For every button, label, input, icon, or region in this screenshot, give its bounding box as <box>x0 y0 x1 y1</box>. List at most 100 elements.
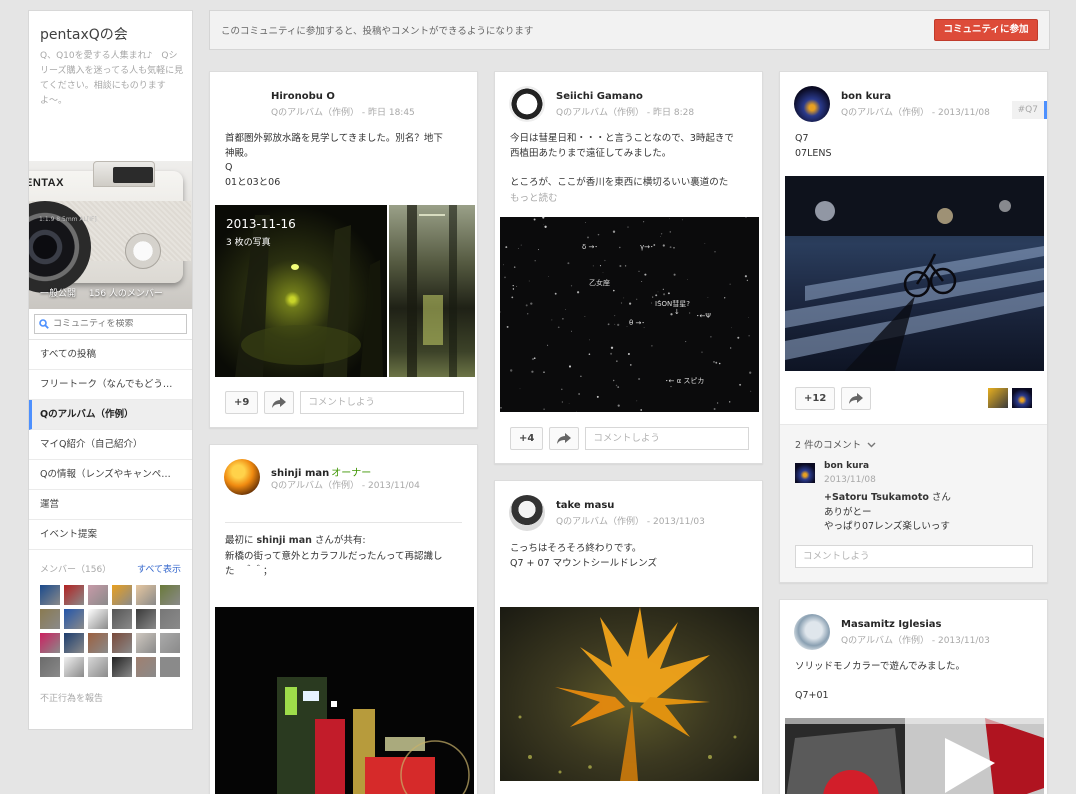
report-abuse-link[interactable]: 不正行為を報告 <box>29 677 192 718</box>
share-button[interactable] <box>264 391 295 414</box>
author-avatar[interactable] <box>509 86 545 122</box>
member-avatar[interactable] <box>64 633 84 653</box>
nav-item-event-proposal[interactable]: イベント提案 <box>29 520 192 550</box>
post-category[interactable]: Qのアルバム（作例） <box>271 481 359 491</box>
post-author[interactable]: Masamitz Iglesias <box>841 619 942 630</box>
nav-item-my-q[interactable]: マイQ紹介（自己紹介） <box>29 430 192 460</box>
member-avatar[interactable] <box>112 657 132 677</box>
show-all-members-link[interactable]: すべて表示 <box>137 562 181 575</box>
member-avatar[interactable] <box>40 633 60 653</box>
plusser-avatar[interactable] <box>988 388 1008 408</box>
post-author[interactable]: Hironobu O <box>271 91 335 102</box>
star-dot <box>500 406 502 409</box>
member-avatar[interactable] <box>160 609 180 629</box>
nav-item-free-talk[interactable]: フリートーク（なんでもどう… <box>29 370 192 400</box>
post-category[interactable]: Qのアルバム（作例） <box>841 108 929 118</box>
author-avatar[interactable] <box>224 86 260 122</box>
post-author[interactable]: Seiichi Gamano <box>556 91 643 102</box>
post-text: こっちはそろそろ終わりです。 Q7 + 07 マウントシールドレンズ <box>510 543 657 569</box>
star-dot <box>568 403 570 404</box>
nav-item-q-album[interactable]: Qのアルバム（作例） <box>29 400 192 430</box>
star-dot <box>617 323 620 327</box>
hashtag-badge[interactable]: #Q7 <box>1011 101 1047 119</box>
comment-input[interactable]: コメントしよう <box>795 545 1033 568</box>
comment-author[interactable]: bon kura <box>824 461 869 471</box>
post-time[interactable]: 2013/11/08 <box>938 108 990 118</box>
member-avatar[interactable] <box>160 633 180 653</box>
post-author[interactable]: bon kura <box>841 91 891 102</box>
join-community-button[interactable]: コミュニティに参加 <box>934 19 1038 41</box>
post-author[interactable]: take masu <box>556 500 614 511</box>
member-avatar[interactable] <box>160 585 180 605</box>
comment-input[interactable]: コメントしよう <box>300 391 465 414</box>
member-avatar[interactable] <box>88 657 108 677</box>
member-avatar[interactable] <box>160 657 180 677</box>
post-photo[interactable] <box>785 176 1044 371</box>
author-avatar[interactable] <box>794 86 830 122</box>
community-title[interactable]: pentaxQの会 <box>29 11 192 49</box>
member-avatar[interactable] <box>88 585 108 605</box>
star-dot <box>714 251 716 253</box>
community-search[interactable] <box>34 314 187 334</box>
post-author[interactable]: shinji man オーナー <box>271 464 371 479</box>
maple-leaf-image <box>518 607 737 781</box>
post-photo[interactable] <box>215 607 474 794</box>
star-dot <box>584 316 586 317</box>
plusser-avatar[interactable] <box>1012 388 1032 408</box>
star-dot <box>643 221 645 223</box>
post-photo[interactable] <box>500 607 759 781</box>
plus-one-button[interactable]: +4 <box>510 427 544 450</box>
post-time[interactable]: 2013/11/03 <box>653 517 705 527</box>
nav-item-management[interactable]: 運営 <box>29 490 192 520</box>
member-avatar[interactable] <box>40 609 60 629</box>
post-time[interactable]: 2013/11/03 <box>938 636 990 646</box>
plus-one-button[interactable]: +9 <box>225 391 259 414</box>
commenter-avatar[interactable] <box>795 463 815 483</box>
member-avatar[interactable] <box>88 609 108 629</box>
comments-toggle[interactable]: 2 件のコメント <box>795 437 876 451</box>
post-category[interactable]: Qのアルバム（作例） <box>556 517 644 527</box>
star-dot <box>561 388 563 391</box>
member-avatar[interactable] <box>64 657 84 677</box>
community-search-input[interactable] <box>53 319 183 329</box>
nav-item-all-posts[interactable]: すべての投稿 <box>29 340 192 370</box>
author-avatar[interactable] <box>509 495 545 531</box>
comments-count[interactable]: 2 件のコメント <box>795 440 861 451</box>
post-time[interactable]: 昨日 8:28 <box>653 108 694 118</box>
member-avatar[interactable] <box>136 585 156 605</box>
member-avatar[interactable] <box>112 585 132 605</box>
original-author[interactable]: shinji man <box>257 535 312 546</box>
star-dot <box>730 347 732 349</box>
author-avatar[interactable] <box>224 459 260 495</box>
album-photo[interactable]: 2013-11-16 3 枚の写真 <box>215 205 387 377</box>
plus-one-button[interactable]: +12 <box>795 387 836 410</box>
member-avatar[interactable] <box>136 609 156 629</box>
album-photo[interactable] <box>389 205 475 377</box>
comment-time[interactable]: 2013/11/08 <box>824 475 876 485</box>
share-button[interactable] <box>841 387 872 410</box>
member-avatar[interactable] <box>40 657 60 677</box>
member-avatar[interactable] <box>112 633 132 653</box>
member-avatar[interactable] <box>136 633 156 653</box>
share-button[interactable] <box>549 427 580 450</box>
member-count[interactable]: 156 人のメンバー <box>89 289 163 299</box>
member-avatar[interactable] <box>64 609 84 629</box>
post-category[interactable]: Qのアルバム（作例） <box>841 636 929 646</box>
member-avatar[interactable] <box>88 633 108 653</box>
comment-mention[interactable]: +Satoru Tsukamoto <box>824 492 929 503</box>
post-category[interactable]: Qのアルバム（作例） <box>556 108 644 118</box>
member-avatar[interactable] <box>40 585 60 605</box>
member-avatar[interactable] <box>112 609 132 629</box>
comment-mention-suffix: さん <box>928 492 951 503</box>
nav-item-q-info[interactable]: Qの情報（レンズやキャンペ… <box>29 460 192 490</box>
post-time[interactable]: 2013/11/04 <box>368 481 420 491</box>
post-photo[interactable] <box>785 718 1044 794</box>
comment-input[interactable]: コメントしよう <box>585 427 750 450</box>
post-category[interactable]: Qのアルバム（作例） <box>271 108 359 118</box>
read-more-link[interactable]: もっと読む <box>510 190 558 204</box>
post-time[interactable]: 昨日 18:45 <box>368 108 415 118</box>
member-avatar[interactable] <box>64 585 84 605</box>
post-photo[interactable]: δ →･ γ→･ 乙女座 ISON彗星? ↓ ･←Ψ θ →･ ･← α スピカ <box>500 217 759 412</box>
author-avatar[interactable] <box>794 614 830 650</box>
member-avatar[interactable] <box>136 657 156 677</box>
